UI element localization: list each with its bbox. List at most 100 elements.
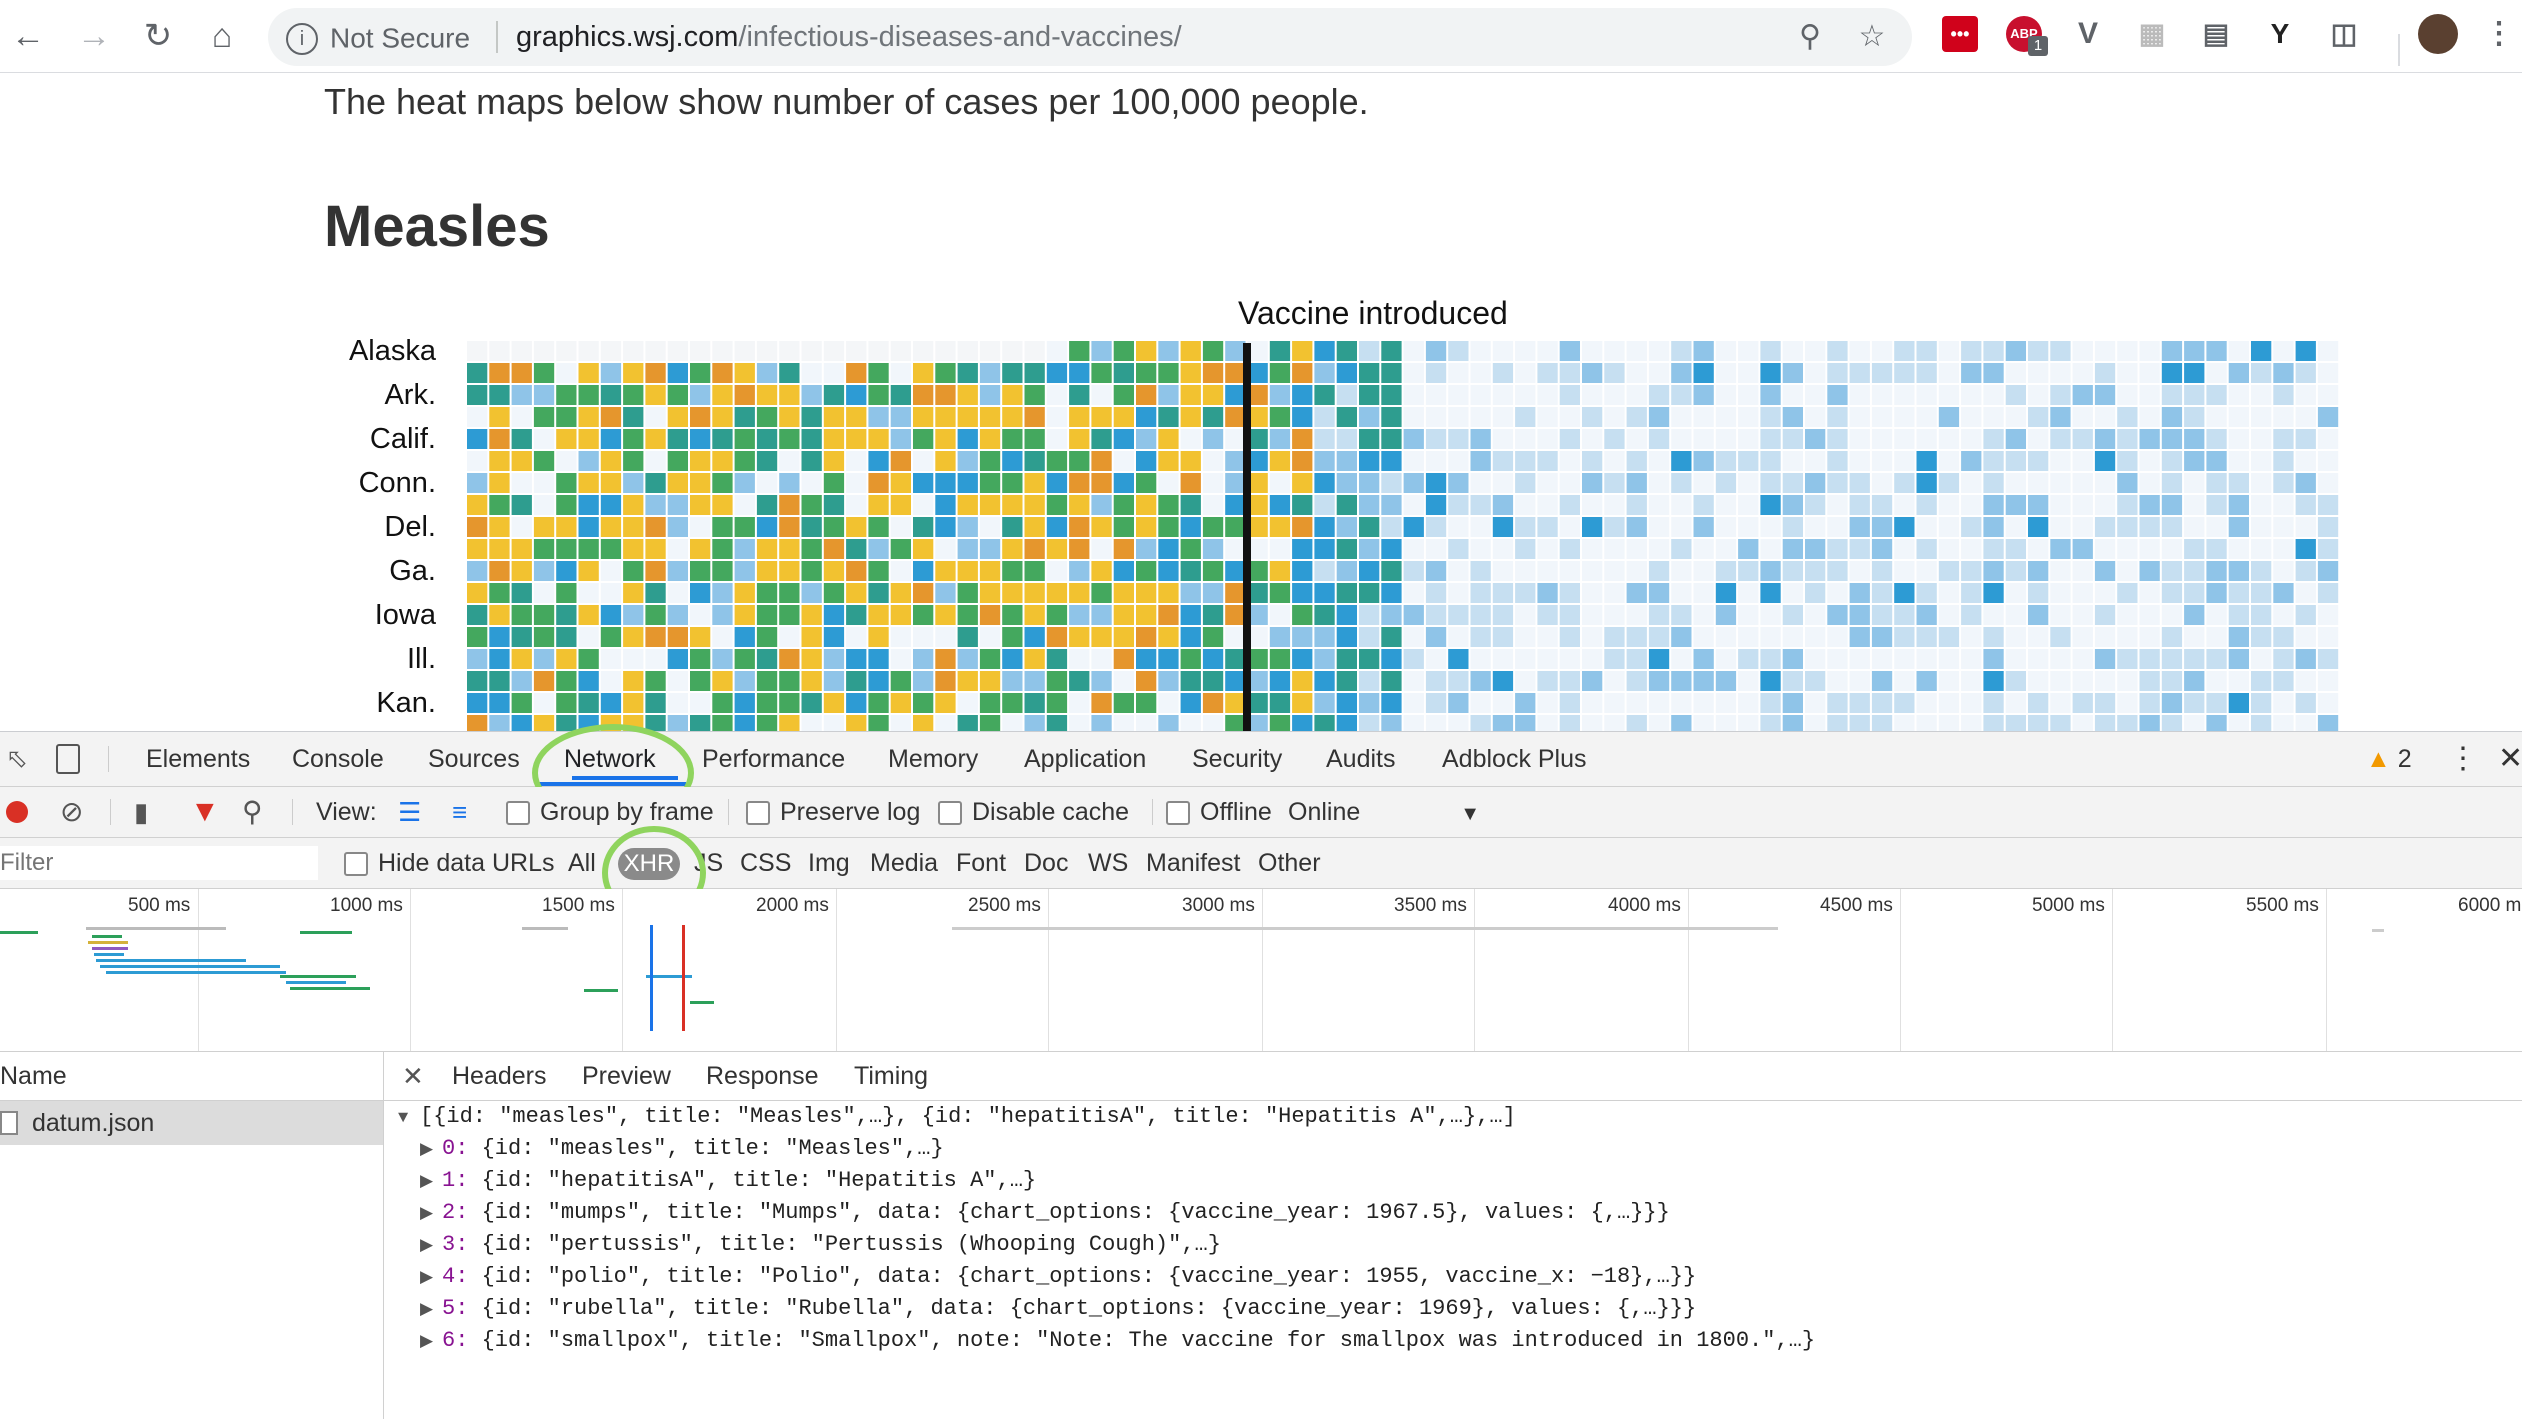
reload-icon[interactable]: ↻ — [138, 12, 178, 60]
filter-type-all[interactable]: All — [568, 838, 596, 888]
inspect-icon[interactable]: ⬁ — [6, 744, 34, 772]
reader-icon[interactable]: ▤ — [2198, 16, 2234, 52]
tab-console[interactable]: Console — [292, 732, 384, 786]
json-item-row[interactable]: ▶ 5: {id: "rubella", title: "Rubella", da… — [420, 1293, 1696, 1325]
heatmap-cell — [2295, 583, 2316, 603]
heatmap-cell — [1805, 473, 1826, 493]
throttling-select[interactable]: Online ▼ — [1288, 787, 1480, 837]
name-column-header[interactable]: Name — [0, 1052, 67, 1100]
zoom-icon[interactable]: ⚲ — [1790, 18, 1830, 56]
heatmap-cell — [1470, 605, 1491, 625]
vimium-icon[interactable]: V — [2070, 16, 2106, 52]
filter-type-manifest[interactable]: Manifest — [1146, 838, 1240, 888]
warnings-indicator[interactable]: ▲ 2 — [2366, 732, 2412, 786]
tab-preview[interactable]: Preview — [582, 1052, 671, 1100]
collapse-triangle-icon[interactable]: ▶ — [420, 1199, 442, 1231]
heatmap-cell — [1894, 561, 1915, 581]
tab-sources[interactable]: Sources — [428, 732, 520, 786]
tab-response[interactable]: Response — [706, 1052, 819, 1100]
url-text[interactable]: graphics.wsj.com/infectious-diseases-and… — [516, 8, 1182, 66]
tab-headers[interactable]: Headers — [452, 1052, 547, 1100]
tab-memory[interactable]: Memory — [888, 732, 978, 786]
filter-type-css[interactable]: CSS — [740, 838, 791, 888]
bookmark-icon[interactable]: ◫ — [2326, 16, 2362, 52]
tab-performance[interactable]: Performance — [702, 732, 845, 786]
json-item-row[interactable]: ▶ 3: {id: "pertussis", title: "Pertussis … — [420, 1229, 1221, 1261]
tab-timing[interactable]: Timing — [854, 1052, 928, 1100]
address-bar[interactable]: i Not Secure graphics.wsj.com/infectious-… — [268, 8, 1912, 66]
request-row[interactable]: datum.json — [0, 1101, 383, 1145]
large-rows-icon[interactable]: ☰ — [398, 787, 421, 837]
json-item-index: 3: — [442, 1232, 469, 1257]
search-icon[interactable]: ⚲ — [242, 787, 263, 837]
json-item-row[interactable]: ▶ 6: {id: "smallpox", title: "Smallpox", … — [420, 1325, 1815, 1357]
offline-checkbox[interactable]: Offline — [1166, 787, 1272, 837]
heatmap-cell — [1314, 715, 1335, 731]
heatmap-cell — [467, 583, 488, 603]
heatmap-cell — [1582, 693, 1603, 713]
security-indicator[interactable]: i Not Secure — [286, 8, 470, 66]
tab-application[interactable]: Application — [1024, 732, 1146, 786]
heatmap-cell — [1693, 495, 1714, 515]
waterfall-icon[interactable]: ≡ — [452, 787, 467, 837]
forward-arrow-icon[interactable]: → — [74, 12, 114, 60]
back-arrow-icon[interactable]: ← — [8, 12, 48, 60]
collapse-triangle-icon[interactable]: ▶ — [420, 1295, 442, 1327]
group-by-frame-checkbox[interactable]: Group by frame — [506, 787, 714, 837]
heatmap-cell — [979, 451, 1001, 471]
filter-icon[interactable]: ▼ — [190, 787, 220, 837]
home-icon[interactable]: ⌂ — [202, 12, 242, 60]
star-icon[interactable]: ☆ — [1852, 18, 1892, 56]
filter-type-font[interactable]: Font — [956, 838, 1006, 888]
menu-icon[interactable]: ⋮ — [2484, 16, 2514, 52]
collapse-triangle-icon[interactable]: ▶ — [420, 1167, 442, 1199]
collapse-triangle-icon[interactable]: ▶ — [420, 1263, 442, 1295]
collapse-triangle-icon[interactable]: ▶ — [420, 1231, 442, 1263]
heatmap-cell — [1158, 429, 1179, 449]
hide-data-urls-checkbox[interactable]: Hide data URLs — [344, 838, 554, 888]
heatmap-cell — [1425, 649, 1447, 669]
more-options-icon[interactable]: ⋮ — [2448, 732, 2478, 786]
json-item-row[interactable]: ▶ 0: {id: "measles", title: "Measles",…} — [420, 1133, 944, 1165]
lastpass-icon[interactable]: ••• — [1942, 16, 1978, 52]
filter-input[interactable] — [0, 846, 318, 880]
tab-audits[interactable]: Audits — [1326, 732, 1395, 786]
heatmap-cell — [1849, 693, 1870, 713]
heatmap-cell — [957, 627, 978, 647]
json-item-row[interactable]: ▶ 4: {id: "polio", title: "Polio", data: … — [420, 1261, 1696, 1293]
json-item-row[interactable]: ▶ 1: {id: "hepatitisA", title: "Hepatitis… — [420, 1165, 1036, 1197]
grid-icon[interactable]: ▦ — [2134, 16, 2170, 52]
filter-type-img[interactable]: Img — [808, 838, 850, 888]
heatmap-cell — [1916, 539, 1937, 559]
collapse-triangle-icon[interactable]: ▶ — [420, 1327, 442, 1359]
expand-triangle-icon[interactable]: ▼ — [398, 1103, 420, 1135]
heatmap-cell — [756, 385, 778, 405]
filter-type-doc[interactable]: Doc — [1024, 838, 1068, 888]
heatmap-cell — [2273, 627, 2294, 647]
collapse-triangle-icon[interactable]: ▶ — [420, 1135, 442, 1167]
heatmap-cell — [779, 407, 800, 427]
tab-security[interactable]: Security — [1192, 732, 1282, 786]
disable-cache-checkbox[interactable]: Disable cache — [938, 787, 1129, 837]
device-toggle-icon[interactable] — [56, 744, 80, 774]
heatmap-cell — [1894, 715, 1915, 731]
close-devtools-icon[interactable]: ✕ — [2498, 732, 2522, 786]
y-icon[interactable]: Y — [2262, 16, 2298, 52]
tab-elements[interactable]: Elements — [146, 732, 250, 786]
heatmap-cell — [756, 451, 778, 471]
close-detail-icon[interactable]: ✕ — [402, 1052, 424, 1100]
filter-type-media[interactable]: Media — [870, 838, 938, 888]
tab-adblock-plus[interactable]: Adblock Plus — [1442, 732, 1587, 786]
heatmap-cell — [868, 605, 889, 625]
clear-icon[interactable]: ⊘ — [60, 787, 83, 837]
preserve-log-checkbox[interactable]: Preserve log — [746, 787, 920, 837]
avatar[interactable] — [2418, 14, 2458, 54]
json-root-row[interactable]: ▼ [{id: "measles", title: "Measles",…}, {… — [398, 1101, 1516, 1133]
json-item-row[interactable]: ▶ 2: {id: "mumps", title: "Mumps", data: … — [420, 1197, 1670, 1229]
filter-type-ws[interactable]: WS — [1088, 838, 1128, 888]
heatmap-cell — [467, 451, 488, 471]
record-icon[interactable] — [6, 801, 28, 823]
camera-icon[interactable]: ▮ — [134, 787, 148, 837]
heatmap-cell — [1359, 627, 1380, 647]
filter-type-other[interactable]: Other — [1258, 838, 1321, 888]
